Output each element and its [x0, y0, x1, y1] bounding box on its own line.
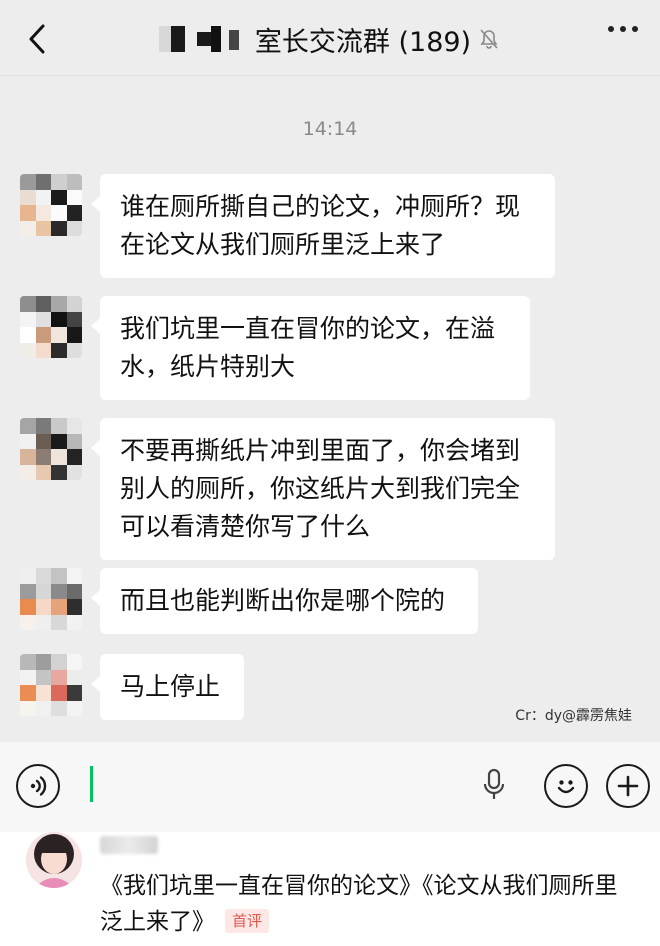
avatar[interactable] [20, 418, 82, 480]
redacted-title-prefix [158, 26, 249, 52]
input-bar [0, 742, 660, 832]
first-comment-badge: 首评 [225, 909, 270, 933]
comment-item: 《我们坑里一直在冒你的论文》《论文从我们厕所里泛上来了》 首评 [0, 832, 660, 946]
chat-window: 室长交流群 (189) 14:14 谁在厕所撕自己的论文，冲厕所？现在论文从我们… [0, 0, 660, 742]
message-bubble[interactable]: 谁在厕所撕自己的论文，冲厕所？现在论文从我们厕所里泛上来了 [91, 174, 555, 278]
page-title: 室长交流群 (189) [254, 26, 472, 58]
avatar[interactable] [20, 654, 82, 716]
more-dots-icon[interactable] [608, 26, 638, 32]
message-row: 我们坑里一直在冒你的论文，在溢水，纸片特别大 [20, 296, 530, 400]
message-row: 不要再撕纸片冲到里面了，你会堵到别人的厕所，你这纸片大到我们完全可以看清楚你写了… [20, 418, 555, 560]
avatar[interactable] [20, 568, 82, 630]
avatar[interactable] [20, 296, 82, 358]
emoji-icon[interactable] [544, 764, 588, 808]
message-row: 马上停止 [20, 654, 244, 720]
message-bubble[interactable]: 不要再撕纸片冲到里面了，你会堵到别人的厕所，你这纸片大到我们完全可以看清楚你写了… [91, 418, 555, 560]
message-row: 谁在厕所撕自己的论文，冲厕所？现在论文从我们厕所里泛上来了 [20, 174, 555, 278]
commenter-avatar[interactable] [26, 832, 82, 888]
message-input[interactable] [90, 766, 93, 802]
voice-toggle-icon[interactable] [16, 764, 60, 808]
message-timestamp: 14:14 [302, 118, 358, 140]
muted-bell-icon [477, 26, 501, 52]
message-bubble[interactable]: 马上停止 [91, 654, 244, 720]
message-bubble[interactable]: 我们坑里一直在冒你的论文，在溢水，纸片特别大 [91, 296, 530, 400]
microphone-icon[interactable] [482, 768, 506, 802]
message-row: 而且也能判断出你是哪个院的 [20, 568, 478, 634]
message-bubble[interactable]: 而且也能判断出你是哪个院的 [91, 568, 478, 634]
chat-title-row[interactable]: 室长交流群 (189) [0, 20, 660, 58]
watermark-credit: Cr：dy@霹雳焦娃 [515, 708, 632, 724]
comment-text: 《我们坑里一直在冒你的论文》《论文从我们厕所里泛上来了》 [100, 873, 618, 935]
comment-text-block: 《我们坑里一直在冒你的论文》《论文从我们厕所里泛上来了》 首评 [100, 868, 630, 940]
commenter-name-redacted [100, 836, 158, 854]
avatar[interactable] [20, 174, 82, 236]
chat-header: 室长交流群 (189) [0, 0, 660, 76]
plus-icon[interactable] [606, 764, 650, 808]
